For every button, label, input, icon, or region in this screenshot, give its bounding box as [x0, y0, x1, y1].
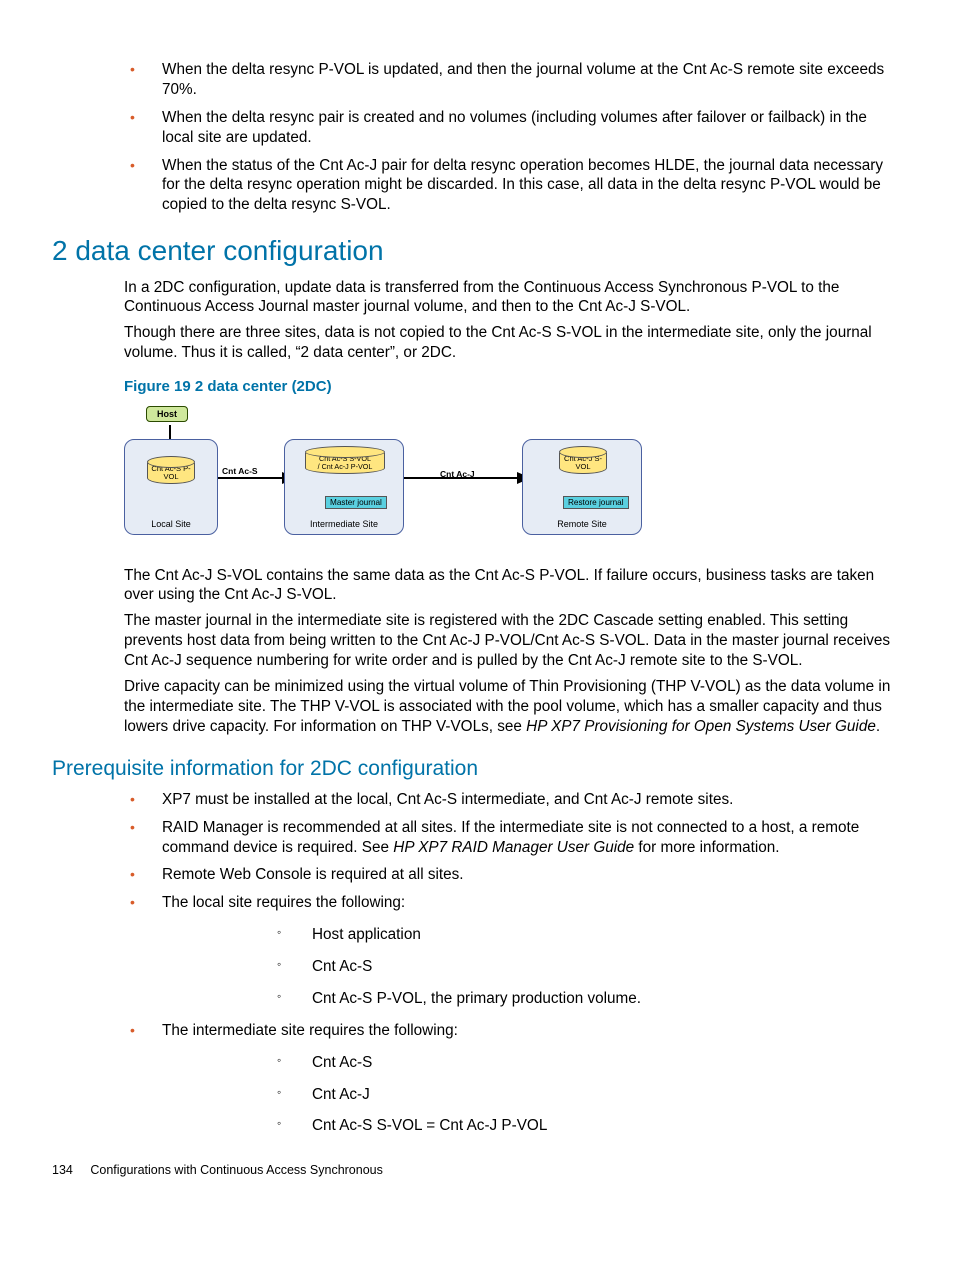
section-heading: 2 data center configuration	[52, 233, 902, 269]
diagram-journal-box: Restore journal	[563, 496, 629, 509]
diagram-site-label: Remote Site	[523, 519, 641, 531]
list-item: Host application	[162, 925, 892, 945]
body-paragraph: Though there are three sites, data is no…	[124, 323, 902, 363]
list-item: Remote Web Console is required at all si…	[52, 865, 902, 885]
diagram-site-label: Local Site	[125, 519, 217, 531]
list-item: When the delta resync pair is created an…	[52, 108, 902, 148]
page-footer: 134 Configurations with Continuous Acces…	[52, 1162, 902, 1178]
list-item: Cnt Ac-S	[162, 957, 892, 977]
list-item: RAID Manager is recommended at all sites…	[52, 818, 902, 858]
diagram-host-box: Host	[146, 406, 188, 422]
diagram-journal-box: Master journal	[325, 496, 387, 509]
list-item: XP7 must be installed at the local, Cnt …	[52, 790, 902, 810]
list-item: Cnt Ac-S S-VOL = Cnt Ac-J P-VOL	[162, 1116, 892, 1136]
diagram-site-label: Intermediate Site	[285, 519, 403, 531]
list-item: The intermediate site requires the follo…	[52, 1021, 902, 1137]
list-item: The local site requires the following: H…	[52, 893, 902, 1009]
figure-caption: Figure 19 2 data center (2DC)	[124, 377, 902, 397]
footer-section-title: Configurations with Continuous Access Sy…	[90, 1163, 383, 1177]
list-item: When the status of the Cnt Ac-J pair for…	[52, 156, 902, 216]
diagram-local-site: Cnt Ac-S P-VOL Local Site	[124, 439, 218, 535]
list-item: Cnt Ac-J	[162, 1085, 892, 1105]
intro-bullet-list: When the delta resync P-VOL is updated, …	[52, 60, 902, 215]
list-item: When the delta resync P-VOL is updated, …	[52, 60, 902, 100]
diagram-link-label: Cnt Ac-J	[440, 469, 475, 480]
body-paragraph: The master journal in the intermediate s…	[124, 611, 902, 671]
sub-list: Host application Cnt Ac-S Cnt Ac-S P-VOL…	[162, 925, 892, 1009]
body-paragraph: In a 2DC configuration, update data is t…	[124, 278, 902, 318]
subsection-heading: Prerequisite information for 2DC configu…	[52, 755, 902, 782]
diagram-volume-icon: Cnt Ac-S S-VOL/ Cnt Ac-J P-VOL	[305, 446, 383, 474]
body-paragraph: Drive capacity can be minimized using th…	[124, 677, 902, 737]
diagram-intermediate-site: Cnt Ac-S S-VOL/ Cnt Ac-J P-VOL Master jo…	[284, 439, 404, 535]
list-item: Cnt Ac-S	[162, 1053, 892, 1073]
prereq-list: XP7 must be installed at the local, Cnt …	[52, 790, 902, 1137]
body-paragraph: The Cnt Ac-J S-VOL contains the same dat…	[124, 566, 902, 606]
figure-diagram: Host Cnt Ac-S P-VOL Local Site Cnt Ac-S …	[124, 403, 674, 548]
diagram-remote-site: Cnt Ac-J S-VOL Restore journal Remote Si…	[522, 439, 642, 535]
sub-list: Cnt Ac-S Cnt Ac-J Cnt Ac-S S-VOL = Cnt A…	[162, 1053, 892, 1137]
diagram-volume-icon: Cnt Ac-J S-VOL	[559, 446, 605, 474]
page-number: 134	[52, 1162, 73, 1178]
list-item: Cnt Ac-S P-VOL, the primary production v…	[162, 989, 892, 1009]
diagram-link-label: Cnt Ac-S	[222, 466, 258, 477]
diagram-volume-icon: Cnt Ac-S P-VOL	[147, 456, 193, 484]
